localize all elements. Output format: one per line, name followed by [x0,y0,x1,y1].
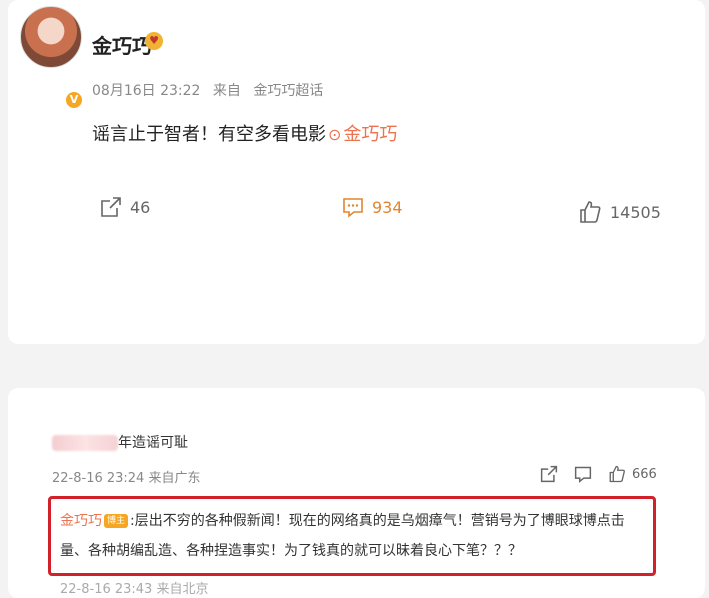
like-icon [580,201,601,223]
like-icon [609,465,625,483]
reply-username[interactable]: 金巧巧 [60,513,102,529]
comment-actions: 666 [540,465,657,483]
comment-meta: 22-8-16 23:24 来自广东 [52,467,201,486]
share-icon[interactable] [540,465,558,483]
post-source[interactable]: 金巧巧超话 [253,83,323,99]
comment-like-count: 666 [632,466,657,482]
comment-icon [343,198,363,218]
share-icon [101,197,121,217]
crown-icon: ♥ [145,32,163,50]
comment-text: 年造谣可耻 [118,435,188,451]
post-timestamp[interactable]: 08月16日 23:22 [92,83,200,99]
comment-source: 来自广东 [148,471,201,486]
comment-icon[interactable] [574,465,592,483]
author-badge: 博主 [104,514,129,528]
post-text: 谣言止于智者！有空多看电影 [92,124,326,145]
reply-text: :层出不穷的各种假新闻！现在的网络真的是乌烟瘴气！营销号为了博眼球博点击量、各种… [60,513,625,559]
reply: 金巧巧 博主:层出不穷的各种假新闻！现在的网络真的是乌烟瘴气！营销号为了博眼球博点… [60,506,652,566]
comment-like-button[interactable]: 666 [608,465,657,483]
comment-button[interactable]: 934 [342,196,403,218]
post-username[interactable]: 金巧巧 [92,30,152,59]
like-button[interactable]: 14505 [578,200,661,224]
comment-count: 934 [372,197,403,217]
verified-icon: V [64,90,84,110]
share-count: 46 [130,197,151,217]
post-meta: 08月16日 23:22 来自 金巧巧超话 [92,80,331,100]
post-content: 谣言止于智者！有空多看电影 ⊙ 金巧巧 [92,120,397,146]
comment-timestamp: 22-8-16 23:24 [52,471,145,486]
next-comment-meta: 22-8-16 23:43 来自北京 [60,582,209,597]
comment-user-line: 年造谣可耻 [52,432,188,452]
avatar[interactable] [20,6,82,68]
like-count: 14505 [610,202,661,222]
source-prefix: 来自 [212,83,241,99]
location-icon: ⊙ [328,125,342,144]
blurred-username [52,435,118,451]
share-button[interactable]: 46 [100,196,150,218]
topic-link[interactable]: 金巧巧 [343,124,397,145]
